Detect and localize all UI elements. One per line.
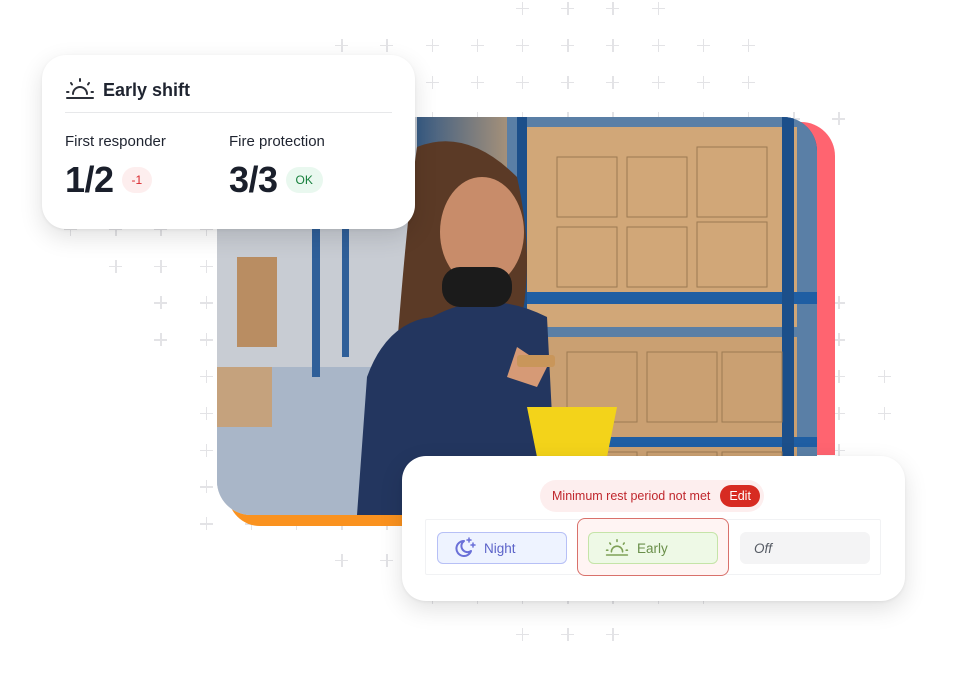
plus-decoration <box>561 75 575 89</box>
shift-option-off[interactable]: Off <box>740 532 870 564</box>
plus-decoration <box>199 259 213 273</box>
plus-decoration <box>335 38 349 52</box>
plus-decoration <box>651 75 665 89</box>
plus-decoration <box>199 370 213 383</box>
sunrise-icon <box>65 77 95 104</box>
plus-decoration <box>742 38 755 52</box>
plus-decoration <box>199 296 213 310</box>
plus-decoration <box>109 259 123 273</box>
plus-decoration <box>696 38 710 52</box>
plus-decoration <box>832 112 846 126</box>
plus-decoration <box>561 2 575 15</box>
early-shift-card: Early shift First responder 1/2 -1 Fire … <box>42 55 415 229</box>
plus-decoration <box>199 333 213 347</box>
plus-decoration <box>516 2 529 15</box>
plus-decoration <box>606 38 620 52</box>
plus-decoration <box>154 333 168 347</box>
plus-decoration <box>651 2 665 15</box>
plus-decoration <box>516 75 529 89</box>
warning-text: Minimum rest period not met <box>552 489 711 503</box>
edit-button[interactable]: Edit <box>720 485 760 507</box>
option-label: Night <box>484 540 516 556</box>
plus-decoration <box>335 554 349 567</box>
moon-stars-icon <box>454 536 476 560</box>
plus-decoration <box>199 406 213 420</box>
metric-value: 3/3 <box>229 159 278 200</box>
plus-decoration <box>651 38 665 52</box>
plus-decoration <box>877 370 891 383</box>
metric-first-responder: First responder 1/2 -1 <box>65 133 166 201</box>
shift-option-early[interactable]: Early <box>588 532 718 564</box>
option-label: Early <box>637 540 668 556</box>
rest-period-card: Minimum rest period not met Edit Night E… <box>402 456 905 601</box>
plus-decoration <box>606 2 620 15</box>
plus-decoration <box>606 75 620 89</box>
plus-decoration <box>561 38 575 52</box>
plus-decoration <box>470 75 484 89</box>
option-label: Off <box>754 540 773 556</box>
metric-value: 1/2 <box>65 159 114 200</box>
shift-card-header: Early shift <box>65 77 190 104</box>
ok-badge: OK <box>285 167 323 193</box>
plus-decoration <box>199 443 213 457</box>
plus-decoration <box>425 75 439 89</box>
shift-option-night[interactable]: Night <box>437 532 567 564</box>
plus-decoration <box>425 38 439 52</box>
plus-decoration <box>877 406 891 420</box>
divider <box>65 112 392 113</box>
plus-decoration <box>470 38 484 52</box>
plus-decoration <box>199 480 213 494</box>
plus-decoration <box>380 38 394 52</box>
rest-period-warning: Minimum rest period not met Edit <box>540 480 764 512</box>
plus-decoration <box>742 75 755 89</box>
metric-label: Fire protection <box>229 133 325 150</box>
plus-decoration <box>154 296 168 310</box>
plus-decoration <box>561 627 575 641</box>
plus-decoration <box>380 554 394 567</box>
sunrise-icon <box>605 538 629 559</box>
plus-decoration <box>516 627 529 641</box>
plus-decoration <box>516 38 529 52</box>
metric-label: First responder <box>65 133 166 150</box>
plus-decoration <box>199 517 213 531</box>
shift-title: Early shift <box>103 80 191 100</box>
deficit-badge: -1 <box>121 167 153 193</box>
plus-decoration <box>696 75 710 89</box>
plus-decoration <box>154 259 168 273</box>
metric-fire-protection: Fire protection 3/3 OK <box>229 133 325 201</box>
plus-decoration <box>606 627 620 641</box>
